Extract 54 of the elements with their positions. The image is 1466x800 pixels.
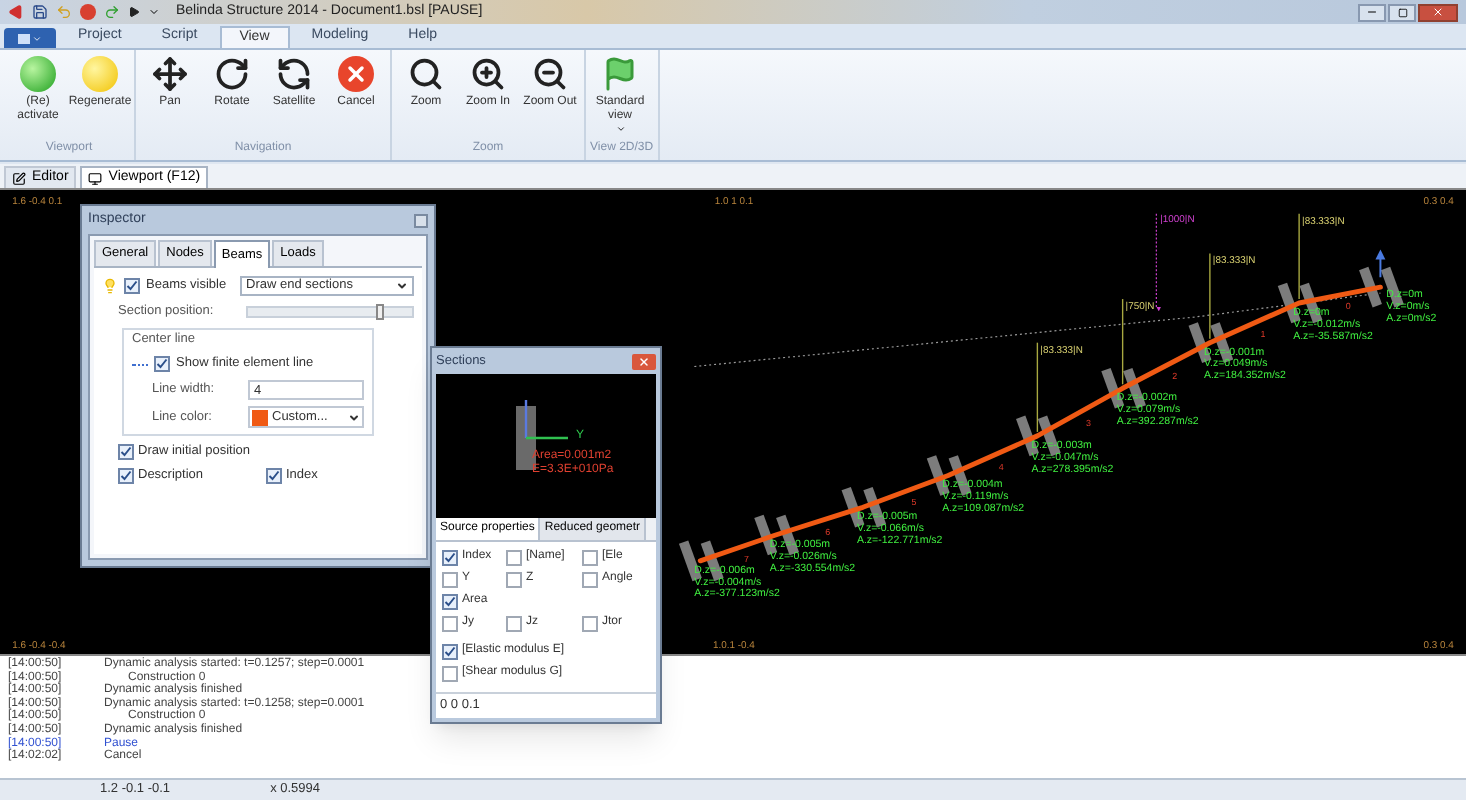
checkbox[interactable]	[154, 356, 170, 373]
checkbox[interactable]	[506, 549, 522, 565]
caret-icon	[32, 33, 42, 43]
checkbox[interactable]	[118, 467, 134, 484]
close-icon	[638, 356, 650, 368]
checkbox[interactable]	[442, 549, 458, 565]
app-icon	[8, 4, 24, 20]
minimize-button[interactable]	[1358, 3, 1386, 21]
close-button[interactable]	[1418, 3, 1458, 21]
checkbox[interactable]	[442, 615, 458, 631]
point-load-arrow	[1155, 213, 1162, 312]
checkbox[interactable]	[506, 571, 522, 587]
maximize-icon	[1397, 7, 1407, 17]
load-line	[1121, 298, 1124, 385]
checkbox[interactable]	[442, 665, 458, 681]
redo-icon[interactable]	[104, 4, 120, 20]
lightbulb-icon	[102, 277, 118, 294]
flag-icon	[602, 56, 638, 92]
close-button[interactable]	[414, 214, 428, 228]
load-line	[1209, 252, 1211, 340]
caret-icon[interactable]	[148, 6, 160, 18]
orbit-icon	[276, 56, 312, 92]
pan-icon	[152, 56, 188, 92]
checkbox[interactable]	[266, 467, 282, 484]
slider-thumb[interactable]	[375, 303, 384, 320]
checkbox[interactable]	[442, 571, 458, 587]
load-line	[1298, 213, 1300, 300]
play-icon[interactable]	[128, 6, 140, 18]
document-icon	[18, 33, 30, 43]
dotted-line-icon	[132, 363, 148, 366]
checkbox[interactable]	[124, 277, 140, 294]
checkbox[interactable]	[442, 593, 458, 609]
maximize-button[interactable]	[1388, 3, 1416, 21]
checkbox[interactable]	[118, 443, 134, 460]
checkbox[interactable]	[582, 571, 598, 587]
zoom-in-icon	[470, 56, 506, 92]
rotate-icon	[214, 56, 250, 92]
close-button[interactable]	[632, 354, 656, 370]
search-icon	[408, 56, 444, 92]
caret-icon	[348, 411, 360, 423]
zoom-out-icon	[532, 56, 568, 92]
stop-icon[interactable]	[80, 4, 96, 20]
minimize-icon	[1366, 6, 1378, 18]
save-icon[interactable]	[32, 4, 48, 20]
checkbox[interactable]	[582, 615, 598, 631]
load-line	[1036, 342, 1039, 433]
checkbox[interactable]	[506, 615, 522, 631]
cancel-icon	[338, 56, 374, 92]
application-menu-button[interactable]	[4, 28, 56, 48]
close-icon	[1432, 6, 1444, 18]
caret-icon	[396, 279, 408, 292]
checkbox[interactable]	[582, 549, 598, 565]
axis-arrow	[1375, 249, 1386, 279]
checkbox[interactable]	[442, 643, 458, 659]
